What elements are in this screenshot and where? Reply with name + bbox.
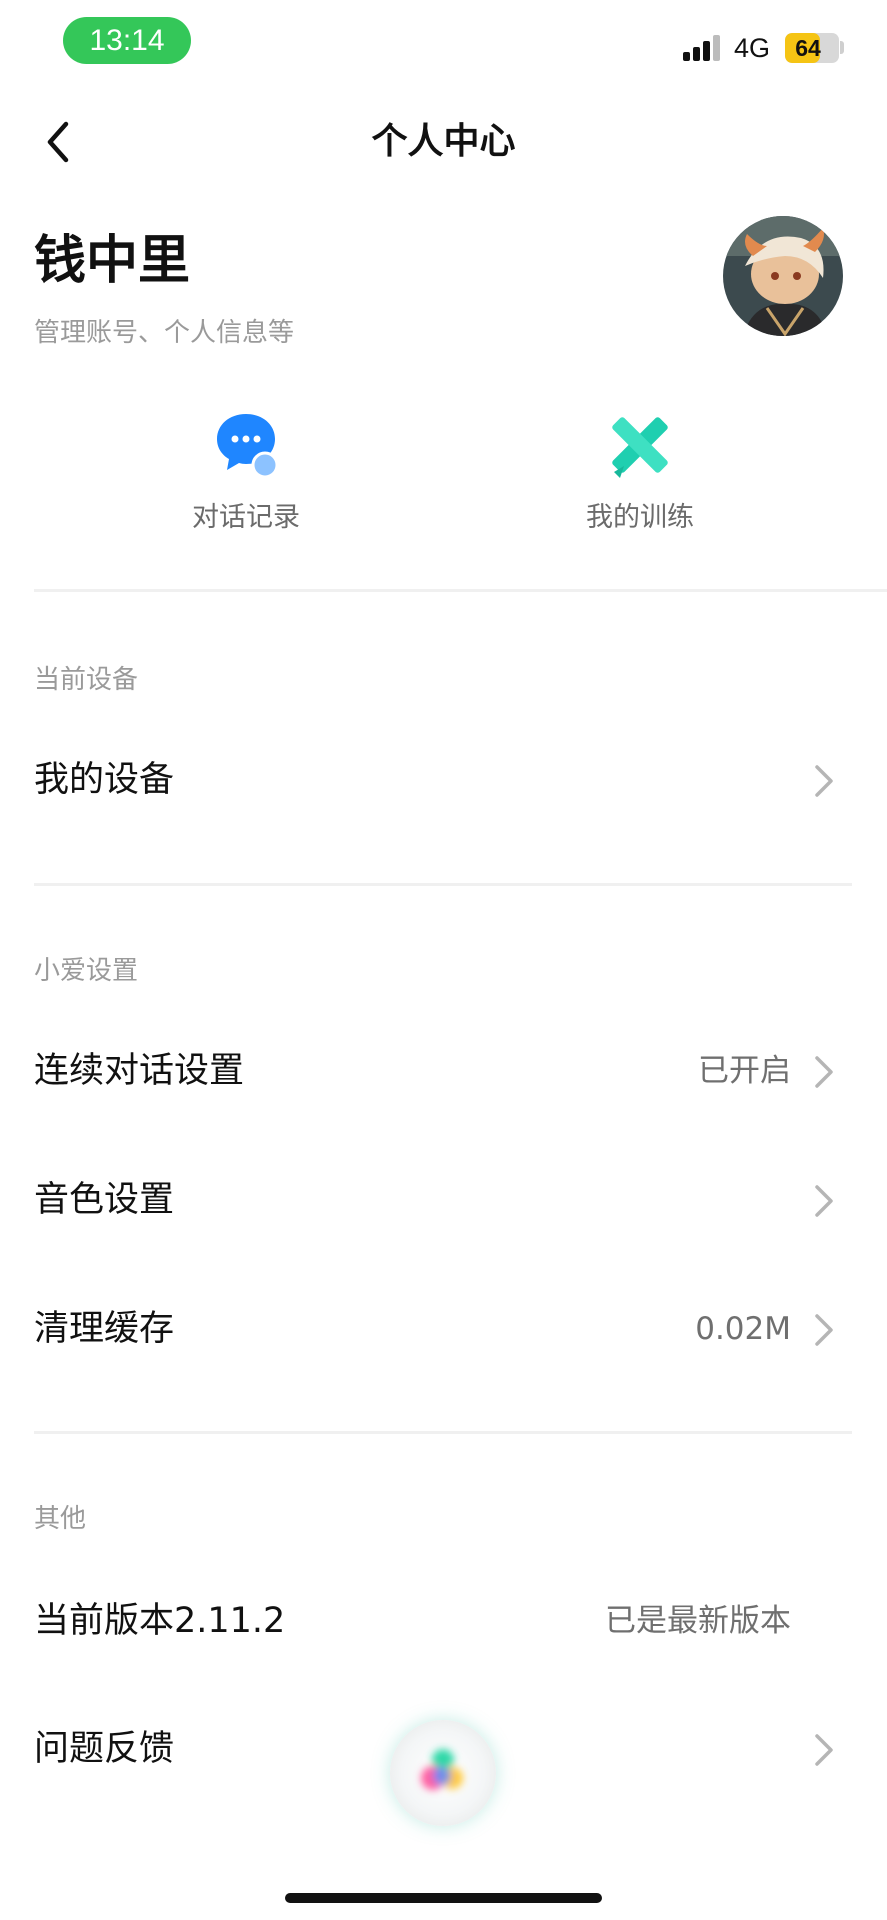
app-version-row[interactable]: 当前版本2.11.2 已是最新版本: [0, 1566, 887, 1676]
battery-level: 64: [795, 35, 821, 61]
voice-settings-row[interactable]: 音色设置: [0, 1145, 887, 1255]
chat-bubble-icon: [217, 414, 278, 479]
row-value: 0.02M: [695, 1311, 791, 1347]
row-label: 连续对话设置: [34, 1051, 245, 1091]
chevron-right-icon: [815, 1734, 833, 1766]
profile-subtitle[interactable]: 管理账号、个人信息等: [34, 313, 294, 353]
row-label: 当前版本2.11.2: [34, 1601, 286, 1641]
training-cross-icon: [612, 417, 668, 478]
row-value: 已是最新版本: [605, 1603, 791, 1639]
shortcut-label: 我的训练: [586, 502, 694, 533]
row-label: 清理缓存: [34, 1309, 175, 1349]
avatar-image: [723, 216, 843, 336]
continuous-dialog-row[interactable]: 连续对话设置 已开启: [0, 1016, 887, 1126]
chevron-right-icon: [815, 765, 833, 797]
page-title: 个人中心: [371, 121, 516, 162]
section-divider: [34, 883, 852, 886]
chat-history-shortcut[interactable]: 对话记录: [146, 410, 346, 540]
row-label: 我的设备: [34, 760, 175, 800]
assistant-orb-button[interactable]: [390, 1720, 496, 1826]
chevron-right-icon: [815, 1185, 833, 1217]
section-divider: [34, 589, 887, 592]
row-label: 问题反馈: [34, 1729, 175, 1769]
chevron-right-icon: [815, 1056, 833, 1088]
row-value: 已开启: [698, 1053, 791, 1089]
user-name[interactable]: 钱中里: [34, 226, 190, 296]
section-title-other: 其他: [34, 1504, 87, 1534]
avatar[interactable]: [723, 216, 843, 336]
chevron-right-icon: [815, 1314, 833, 1346]
section-title-xiaoai: 小爱设置: [34, 956, 139, 986]
cellular-signal-icon: [683, 35, 723, 61]
section-title-device: 当前设备: [34, 665, 139, 695]
battery-icon: 64: [785, 33, 839, 63]
clear-cache-row[interactable]: 清理缓存 0.02M: [0, 1274, 887, 1384]
shortcut-label: 对话记录: [192, 502, 300, 533]
home-indicator[interactable]: [285, 1893, 602, 1903]
network-type: 4G: [734, 33, 771, 63]
battery-nub: [840, 41, 844, 54]
assistant-orb-icon: [421, 1749, 463, 1790]
my-device-row[interactable]: 我的设备: [0, 725, 887, 835]
row-label: 音色设置: [34, 1180, 175, 1220]
my-training-shortcut[interactable]: 我的训练: [540, 410, 740, 540]
section-divider: [34, 1431, 852, 1434]
status-time: 13:14: [63, 17, 191, 64]
